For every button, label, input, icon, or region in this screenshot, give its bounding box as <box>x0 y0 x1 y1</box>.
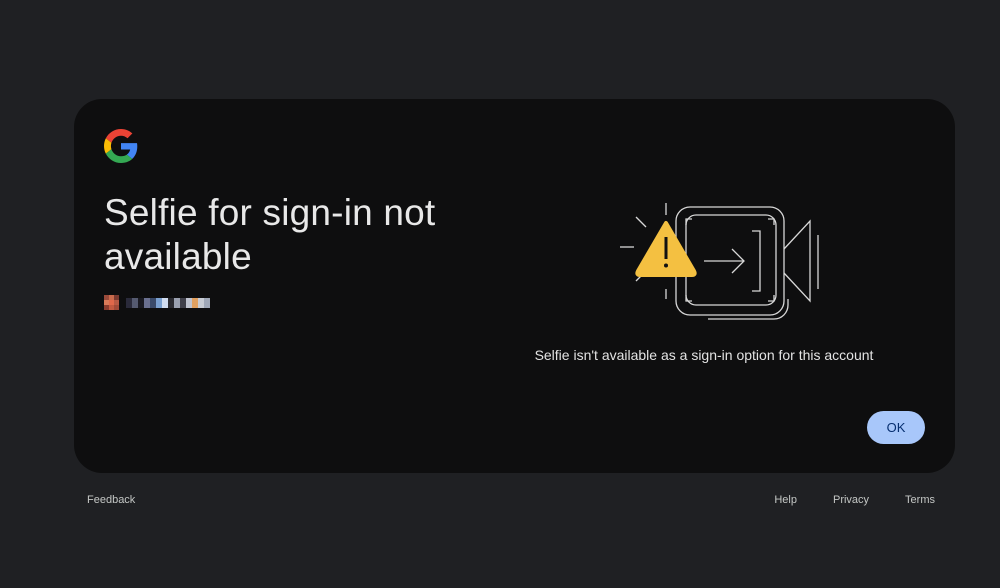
account-chip <box>104 295 210 311</box>
feedback-link[interactable]: Feedback <box>87 494 135 506</box>
help-link[interactable]: Help <box>774 494 797 506</box>
footer-links: Help Privacy Terms <box>738 494 935 506</box>
terms-link[interactable]: Terms <box>905 494 935 506</box>
unavailable-message: Selfie isn't available as a sign-in opti… <box>534 347 874 363</box>
privacy-link[interactable]: Privacy <box>833 494 869 506</box>
footer: Feedback Help Privacy Terms <box>0 494 1000 508</box>
avatar <box>104 295 120 311</box>
page-title: Selfie for sign-in not available <box>104 192 436 277</box>
warning-video-camera-icon <box>620 203 819 320</box>
ok-button[interactable]: OK <box>867 411 925 444</box>
signin-card: Selfie for sign-in not available Selfie … <box>74 99 955 473</box>
google-logo-icon <box>104 129 138 163</box>
account-email-redacted <box>126 298 210 308</box>
